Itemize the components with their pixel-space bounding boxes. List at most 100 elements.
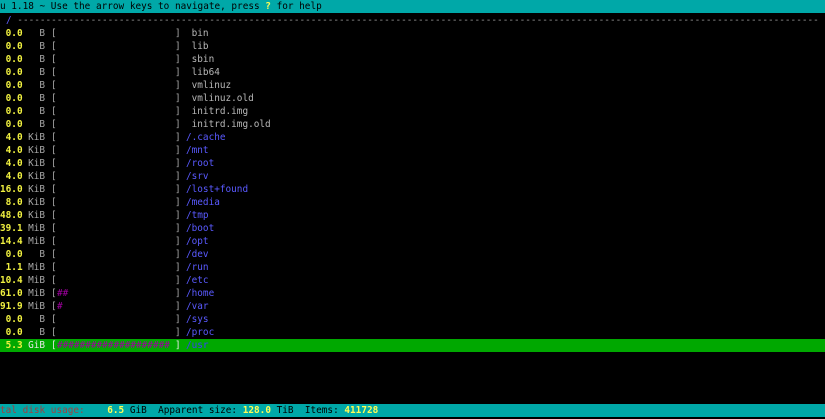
bar-open-bracket: [ (51, 158, 57, 169)
list-item[interactable]: 0.0 B [] vmlinuz (0, 79, 825, 92)
item-size: 61.0 (0, 288, 23, 299)
bar-close-bracket: ] (175, 197, 181, 208)
item-name: lib (186, 41, 209, 52)
bar-open-bracket: [ (51, 28, 57, 39)
item-size: 0.0 (5, 28, 23, 39)
list-item[interactable]: 8.0 KiB [] /media (0, 196, 825, 209)
list-item[interactable]: 39.1 MiB [] /boot (0, 222, 825, 235)
item-name: bin (186, 28, 209, 39)
list-item[interactable]: 0.0 B [] initrd.img (0, 105, 825, 118)
item-unit: MiB (28, 223, 45, 234)
item-size: 0.0 (5, 106, 23, 117)
item-name: /proc (186, 327, 215, 338)
apparent-size-unit: TiB (270, 405, 294, 416)
bar-close-bracket: ] (175, 67, 181, 78)
item-unit: MiB (28, 288, 45, 299)
item-unit: B (39, 119, 45, 130)
item-unit: B (39, 54, 45, 65)
list-item[interactable]: 4.0 KiB [] /root (0, 157, 825, 170)
list-item[interactable]: 0.0 B [] vmlinuz.old (0, 92, 825, 105)
item-size: 0.0 (5, 119, 23, 130)
item-unit: B (39, 314, 45, 325)
item-unit: MiB (28, 262, 45, 273)
list-item[interactable]: 14.4 MiB [] /opt (0, 235, 825, 248)
bar-open-bracket: [ (51, 119, 57, 130)
bar-close-bracket: ] (175, 314, 181, 325)
bar-close-bracket: ] (175, 41, 181, 52)
item-unit: B (39, 28, 45, 39)
bar-close-bracket: ] (175, 210, 181, 221)
bar-close-bracket: ] (175, 236, 181, 247)
bar-open-bracket: [ (51, 340, 57, 351)
bar-open-bracket: [ (51, 288, 57, 299)
list-item[interactable]: 0.0 B [] lib (0, 40, 825, 53)
item-unit: KiB (28, 184, 45, 195)
path-rule: ----------------------------------------… (11, 15, 819, 26)
item-unit: KiB (28, 145, 45, 156)
list-item[interactable]: 5.3 GiB [####################] /usr (0, 339, 825, 352)
item-name: /srv (186, 171, 209, 182)
bar-close-bracket: ] (175, 249, 181, 260)
list-item[interactable]: 0.0 B [] sbin (0, 53, 825, 66)
bar-close-bracket: ] (175, 119, 181, 130)
item-unit: GiB (28, 340, 45, 351)
list-item[interactable]: 0.0 B [] /dev (0, 248, 825, 261)
bar-close-bracket: ] (175, 171, 181, 182)
disk-usage-value: 6.5 (107, 405, 125, 416)
item-name: /var (186, 301, 209, 312)
item-size: 0.0 (5, 41, 23, 52)
item-unit: KiB (28, 158, 45, 169)
apparent-size-value: 128.0 (242, 405, 271, 416)
item-size: 4.0 (5, 171, 23, 182)
item-size: 39.1 (0, 223, 23, 234)
item-size: 0.0 (5, 327, 23, 338)
bar-close-bracket: ] (175, 327, 181, 338)
list-item[interactable]: 91.9 MiB [#] /var (0, 300, 825, 313)
item-size: 10.4 (0, 275, 23, 286)
item-unit: B (39, 249, 45, 260)
list-item[interactable]: 0.0 B [] lib64 (0, 66, 825, 79)
list-item[interactable]: 1.1 MiB [] /run (0, 261, 825, 274)
disk-usage-label: tal disk usage: (0, 405, 85, 416)
list-item[interactable]: 10.4 MiB [] /etc (0, 274, 825, 287)
bar-open-bracket: [ (51, 262, 57, 273)
list-item[interactable]: 4.0 KiB [] /.cache (0, 131, 825, 144)
list-item[interactable]: 48.0 KiB [] /tmp (0, 209, 825, 222)
item-name: /lost+found (186, 184, 249, 195)
list-item[interactable]: 16.0 KiB [] /lost+found (0, 183, 825, 196)
list-item[interactable]: 4.0 KiB [] /srv (0, 170, 825, 183)
item-unit: B (39, 106, 45, 117)
bar-close-bracket: ] (175, 340, 181, 351)
item-unit: B (39, 93, 45, 104)
item-size: 4.0 (5, 132, 23, 143)
item-name: /mnt (186, 145, 209, 156)
header-bar: u 1.18 ~ Use the arrow keys to navigate,… (0, 0, 825, 13)
item-unit: B (39, 80, 45, 91)
item-name: /usr (186, 340, 209, 351)
list-item[interactable]: 0.0 B [] initrd.img.old (0, 118, 825, 131)
bar-open-bracket: [ (51, 249, 57, 260)
item-unit: KiB (28, 210, 45, 221)
bar-close-bracket: ] (175, 54, 181, 65)
bar-open-bracket: [ (51, 301, 57, 312)
list-item[interactable]: 61.0 MiB [##] /home (0, 287, 825, 300)
bar-open-bracket: [ (51, 171, 57, 182)
item-size: 14.4 (0, 236, 23, 247)
list-item[interactable]: 0.0 B [] bin (0, 27, 825, 40)
item-size: 0.0 (5, 314, 23, 325)
bar-close-bracket: ] (175, 145, 181, 156)
bar-close-bracket: ] (175, 106, 181, 117)
bar-open-bracket: [ (51, 67, 57, 78)
bar-close-bracket: ] (175, 288, 181, 299)
list-item[interactable]: 0.0 B [] /proc (0, 326, 825, 339)
list-item[interactable]: 0.0 B [] /sys (0, 313, 825, 326)
bar-open-bracket: [ (51, 41, 57, 52)
item-size: 1.1 (5, 262, 23, 273)
bar-close-bracket: ] (175, 223, 181, 234)
bar-close-bracket: ] (175, 80, 181, 91)
item-size: 0.0 (5, 93, 23, 104)
bar-open-bracket: [ (51, 54, 57, 65)
header-text: u 1.18 ~ Use the arrow keys to navigate,… (0, 1, 266, 12)
item-size: 0.0 (5, 54, 23, 65)
list-item[interactable]: 4.0 KiB [] /mnt (0, 144, 825, 157)
